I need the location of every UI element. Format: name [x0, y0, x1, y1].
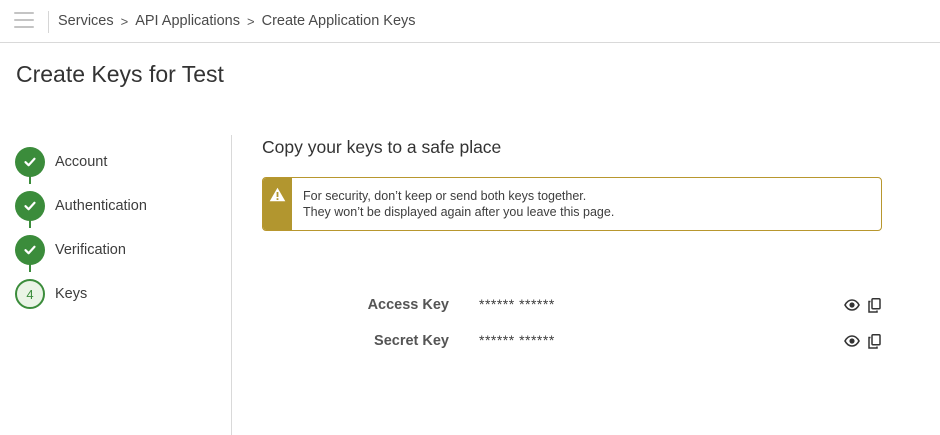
step-label: Verification — [55, 242, 126, 258]
check-icon — [15, 191, 45, 221]
section-title: Copy your keys to a safe place — [262, 137, 502, 157]
secret-key-value: ****** ****** — [479, 332, 555, 348]
access-key-row: Access Key ****** ****** — [262, 290, 886, 326]
step-account: Account — [15, 140, 225, 184]
check-icon — [15, 147, 45, 177]
keys-list: Access Key ****** ****** Secret Key ****… — [262, 290, 886, 362]
copy-icon[interactable] — [866, 333, 882, 349]
eye-icon[interactable] — [844, 333, 860, 349]
step-label: Authentication — [55, 198, 147, 214]
topbar-divider — [48, 11, 49, 33]
secret-key-label: Secret Key — [374, 333, 449, 349]
step-verification: Verification — [15, 228, 225, 272]
access-key-value: ****** ****** — [479, 296, 555, 312]
copy-icon[interactable] — [866, 297, 882, 313]
alert-icon-box — [263, 178, 292, 230]
access-key-label: Access Key — [367, 297, 449, 313]
warning-icon — [269, 187, 286, 230]
step-number: 4 — [15, 279, 45, 309]
page-title: Create Keys for Test — [16, 61, 224, 87]
breadcrumb-services[interactable]: Services — [58, 13, 114, 29]
breadcrumb: Services > API Applications > Create App… — [58, 13, 416, 29]
step-keys: 4 Keys — [15, 272, 225, 316]
alert-message: For security, don’t keep or send both ke… — [292, 178, 614, 230]
step-label: Keys — [55, 286, 88, 302]
breadcrumb-current: Create Application Keys — [261, 13, 416, 29]
alert-line-2: They won’t be displayed again after you … — [303, 205, 615, 219]
wizard-steps: Account Authentication Verification 4 Ke… — [15, 140, 225, 316]
check-icon — [15, 235, 45, 265]
key-actions — [844, 297, 882, 313]
secret-key-row: Secret Key ****** ****** — [262, 326, 886, 362]
key-actions — [844, 333, 882, 349]
top-bar: Services > API Applications > Create App… — [0, 0, 940, 43]
step-authentication: Authentication — [15, 184, 225, 228]
alert-line-1: For security, don’t keep or send both ke… — [303, 189, 587, 203]
breadcrumb-separator: > — [120, 13, 129, 29]
security-alert: For security, don’t keep or send both ke… — [262, 177, 882, 231]
content-divider — [231, 135, 232, 435]
hamburger-menu-icon[interactable] — [14, 12, 34, 30]
step-label: Account — [55, 154, 108, 170]
breadcrumb-separator: > — [247, 13, 255, 29]
eye-icon[interactable] — [844, 297, 860, 313]
breadcrumb-api-applications[interactable]: API Applications — [135, 13, 240, 29]
